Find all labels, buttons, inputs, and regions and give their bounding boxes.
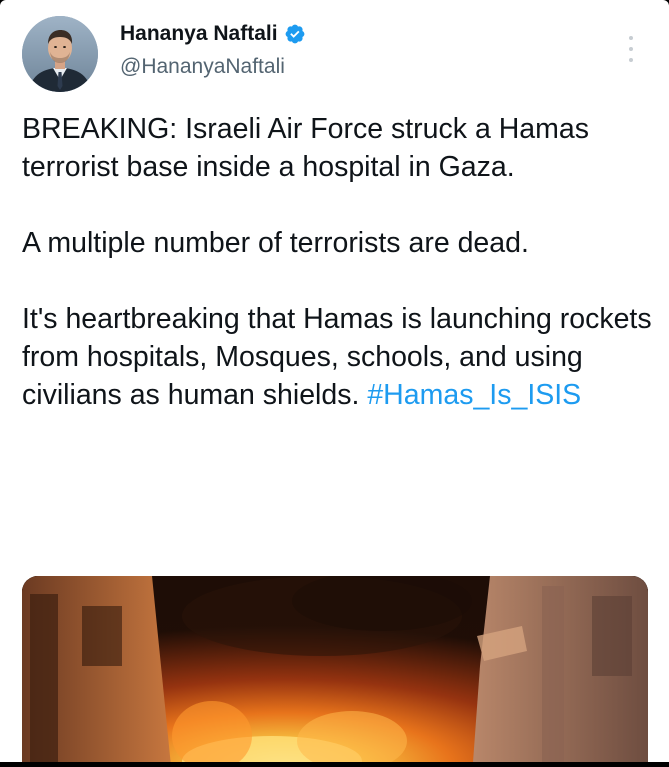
tweet-paragraph-3: It's heartbreaking that Hamas is launchi… <box>22 300 652 414</box>
more-vertical-icon[interactable] <box>626 36 636 62</box>
avatar-image <box>22 16 98 92</box>
tweet-media-image[interactable] <box>22 576 648 762</box>
author-name-row: Hananya Naftali <box>120 22 306 46</box>
verified-badge-icon <box>284 23 306 45</box>
bottom-edge <box>0 762 669 767</box>
tweet-card[interactable]: Hananya Naftali @HananyaNaftali BREAKING… <box>0 0 669 762</box>
author-handle[interactable]: @HananyaNaftali <box>120 55 285 79</box>
tweet-text: BREAKING: Israeli Air Force struck a Ham… <box>22 110 652 414</box>
hashtag-link[interactable]: #Hamas_Is_ISIS <box>367 379 581 411</box>
avatar[interactable] <box>22 16 98 92</box>
author-display-name[interactable]: Hananya Naftali <box>120 22 278 46</box>
fire-photo <box>22 576 648 762</box>
tweet-paragraph-1: BREAKING: Israeli Air Force struck a Ham… <box>22 113 589 183</box>
tweet-paragraph-2: A multiple number of terrorists are dead… <box>22 227 529 259</box>
